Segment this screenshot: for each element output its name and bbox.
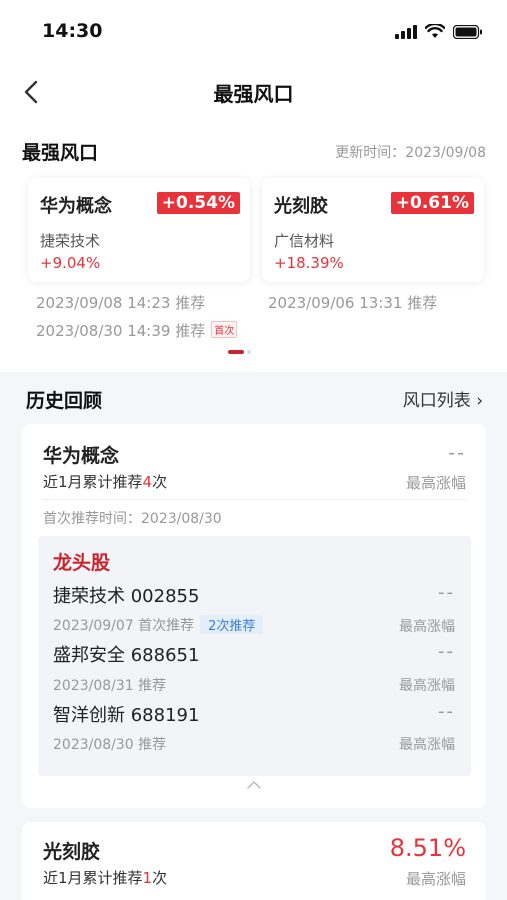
stock-recommend-date: 2023/08/31 推荐 (53, 678, 167, 694)
history-title: 历史回顾 (26, 390, 103, 412)
page-indicator (228, 350, 251, 354)
max-gain-value: 8.51% (389, 834, 466, 862)
first-badge: 首次 (211, 321, 238, 338)
max-gain-value: -- (448, 442, 466, 464)
stock-max-gain: -- (438, 641, 455, 662)
stock-recommend-date: 2023/08/30 推荐 (53, 737, 167, 753)
concept-name: 华为概念 (43, 445, 120, 467)
trend-list-link[interactable]: 风口列表 › (403, 386, 483, 411)
recommend-count: 近1月累计推荐4次 (43, 473, 168, 491)
page-title: 最强风口 (213, 82, 294, 106)
max-gain-label: 最高涨幅 (405, 870, 466, 888)
status-time: 14:30 (42, 20, 103, 42)
change-badge: +0.61% (390, 192, 474, 214)
stock-name[interactable]: 捷荣技术 002855 (53, 582, 199, 608)
history-header: 历史回顾 风口列表 › (0, 372, 507, 422)
first-recommend-time: 首次推荐时间：2023/08/30 (43, 511, 222, 527)
leader-stock-name: 广信材料 (274, 232, 335, 250)
stock-recommend-row: 2023/09/07 首次推荐 2次推荐 (53, 615, 264, 635)
leader-stock-change: +9.04% (40, 254, 101, 272)
max-gain-label: 最高涨幅 (399, 678, 455, 694)
divider (43, 499, 466, 500)
leader-title: 龙头股 (53, 552, 111, 574)
recommend-time: 2023/09/08 14:23 推荐 (36, 294, 206, 312)
chevron-up-icon (247, 781, 261, 789)
indicator-dot (247, 350, 251, 354)
wifi-icon (425, 24, 445, 38)
recommend-count-tag: 2次推荐 (200, 615, 264, 634)
focus-card-1[interactable]: 华为概念 +0.54% 捷荣技术 +9.04% (28, 178, 250, 282)
section-title: 最强风口 (22, 142, 99, 164)
recommend-time: 2023/08/30 14:39 推荐 (36, 322, 206, 340)
history-card-1[interactable]: 华为概念 近1月累计推荐4次 -- 最高涨幅 首次推荐时间：2023/08/30… (22, 424, 486, 808)
leader-stock-name: 捷荣技术 (40, 232, 101, 250)
status-bar: 14:30 (0, 0, 507, 62)
stock-max-gain: -- (438, 701, 455, 722)
strongest-section: 最强风口 更新时间：2023/09/08 华为概念 +0.54% 捷荣技术 +9… (0, 122, 507, 372)
stock-max-gain: -- (438, 582, 455, 603)
history-card-2[interactable]: 光刻胶 近1月累计推荐1次 8.51% 最高涨幅 (22, 822, 486, 900)
stock-recommend-date: 2023/09/07 首次推荐 (53, 618, 195, 634)
focus-card-2[interactable]: 光刻胶 +0.61% 广信材料 +18.39% (262, 178, 484, 282)
collapse-button[interactable] (242, 777, 266, 791)
concept-name: 华为概念 (40, 196, 112, 217)
recommend-time: 2023/09/06 13:31 推荐 (268, 294, 438, 312)
status-icons (395, 24, 483, 39)
nav-bar: 最强风口 (0, 62, 507, 122)
max-gain-label: 最高涨幅 (405, 474, 466, 492)
battery-icon (453, 24, 482, 39)
change-badge: +0.54% (156, 192, 240, 214)
signal-icon (395, 24, 417, 39)
leader-stock-change: +18.39% (274, 254, 344, 272)
recommend-time-row: 2023/08/30 14:39 推荐 首次 (36, 320, 238, 341)
stock-name[interactable]: 盛邦安全 688651 (53, 641, 199, 667)
leader-stocks-box: 龙头股 捷荣技术 002855 -- 2023/09/07 首次推荐 2次推荐 最… (38, 536, 471, 776)
max-gain-label: 最高涨幅 (399, 737, 455, 753)
recommend-count: 近1月累计推荐1次 (43, 869, 168, 887)
max-gain-label: 最高涨幅 (399, 619, 455, 635)
concept-name: 光刻胶 (274, 196, 328, 217)
indicator-dot-active (228, 350, 244, 354)
stock-name[interactable]: 智洋创新 688191 (53, 701, 199, 727)
concept-name: 光刻胶 (43, 841, 101, 863)
update-time: 更新时间：2023/09/08 (335, 145, 486, 161)
